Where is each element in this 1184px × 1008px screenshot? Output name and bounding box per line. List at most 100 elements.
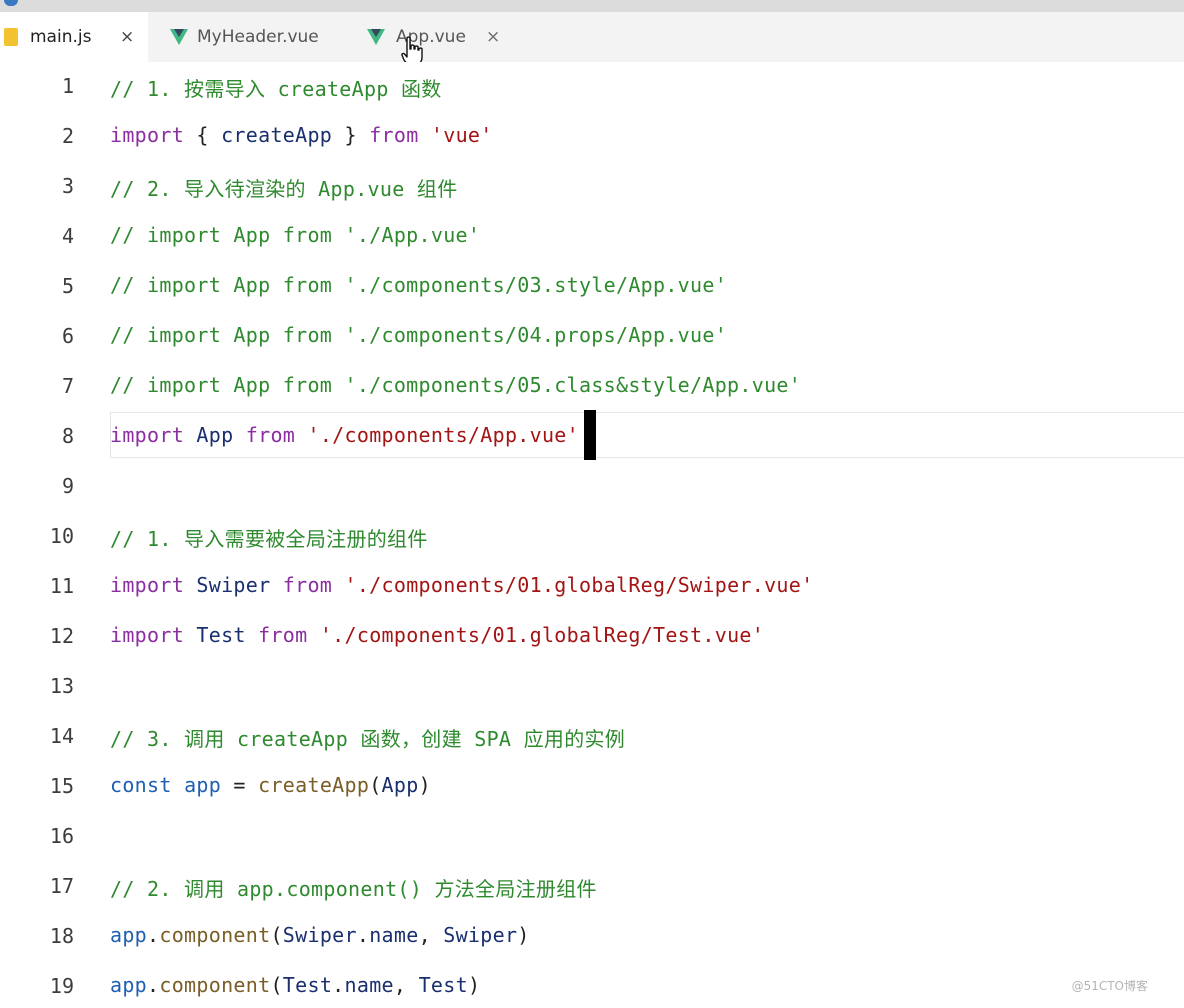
code-token-var: app	[184, 773, 222, 797]
code-token-plain: (	[270, 973, 283, 997]
code-token-comment: // 3. 调用 createApp 函数，创建 SPA 应用的实例	[110, 727, 626, 751]
text-caret	[584, 410, 596, 460]
code-line[interactable]: import { createApp } from 'vue'	[110, 123, 493, 147]
line-number: 8	[61, 424, 74, 448]
code-token-comment: // 2. 调用 app.component() 方法全局注册组件	[110, 877, 597, 901]
code-token-plain: =	[221, 773, 259, 797]
line-number: 14	[49, 724, 74, 748]
tab-app-vue[interactable]: App.vue ×	[348, 12, 516, 62]
code-token-var: app	[110, 923, 148, 947]
line-number: 9	[61, 474, 74, 498]
code-token-string: './components/App.vue'	[307, 423, 579, 447]
line-number: 17	[49, 874, 74, 898]
code-token-id: App	[196, 423, 234, 447]
code-token-plain: ,	[418, 923, 444, 947]
app-logo-icon	[4, 0, 18, 6]
line-number: 3	[61, 174, 74, 198]
code-token-keyword: from	[369, 123, 419, 147]
code-line[interactable]: app.component(Test.name, Test)	[110, 973, 480, 997]
code-token-id: Swiper	[282, 923, 357, 947]
code-token-comment: // 1. 按需导入 createApp 函数	[110, 77, 442, 101]
editor-tab-bar: main.js × MyHeader.vue App.vue ×	[0, 12, 1184, 62]
code-line[interactable]: // 2. 导入待渲染的 App.vue 组件	[110, 173, 458, 202]
code-line[interactable]: // 3. 调用 createApp 函数，创建 SPA 应用的实例	[110, 723, 625, 752]
code-token-plain: .	[332, 973, 345, 997]
code-token-comment: // 1. 导入需要被全局注册的组件	[110, 527, 428, 551]
code-line[interactable]: app.component(Swiper.name, Swiper)	[110, 923, 530, 947]
code-token-keyword: import	[110, 123, 185, 147]
code-token-keyword: from	[258, 623, 308, 647]
code-editor[interactable]: 1 // 1. 按需导入 createApp 函数 2 import { create…	[0, 62, 1184, 1008]
tab-label: MyHeader.vue	[197, 27, 319, 47]
code-token-id: name	[369, 923, 419, 947]
code-line[interactable]: const app = createApp(App)	[110, 773, 431, 797]
code-token-func: component	[159, 923, 271, 947]
code-token-keyword: from	[245, 423, 296, 447]
code-token-plain: (	[369, 773, 382, 797]
tab-label: main.js	[30, 27, 92, 47]
code-line[interactable]: // 2. 调用 app.component() 方法全局注册组件	[110, 873, 597, 902]
code-token-id: Swiper	[196, 573, 271, 597]
code-token-plain: }	[332, 123, 370, 147]
code-token-comment: // 2. 导入待渲染的 App.vue 组件	[110, 177, 458, 201]
code-token-string: 'vue'	[430, 123, 493, 147]
code-token-plain: .	[356, 923, 370, 947]
line-number: 10	[49, 524, 74, 548]
tab-main-js[interactable]: main.js ×	[0, 12, 148, 62]
code-line[interactable]: import Test from './components/01.global…	[110, 623, 764, 647]
code-token-func: createApp	[258, 773, 370, 797]
line-number: 6	[61, 324, 74, 348]
code-token-comment: // import App from './components/05.clas…	[110, 373, 802, 397]
line-number: 19	[49, 974, 74, 998]
tab-myheader-vue[interactable]: MyHeader.vue	[148, 12, 348, 62]
line-number: 5	[61, 274, 74, 298]
line-number: 2	[61, 124, 74, 148]
code-token-id: Test	[418, 973, 468, 997]
watermark: @51CTO博客	[1071, 979, 1148, 993]
code-token-comment: // import App from './App.vue'	[110, 223, 481, 247]
line-number: 1	[61, 74, 74, 98]
line-number: 12	[49, 624, 74, 648]
close-tab-icon[interactable]: ×	[120, 27, 134, 47]
code-token-keyword: import	[110, 423, 185, 447]
code-token-keyword: from	[282, 573, 333, 597]
code-token-plain: .	[147, 973, 160, 997]
code-token-id: App	[381, 773, 419, 797]
code-token-string: './components/01.globalReg/Test.vue'	[319, 623, 765, 647]
code-line[interactable]: // 1. 导入需要被全局注册的组件	[110, 523, 428, 552]
code-token-plain: {	[184, 123, 222, 147]
line-number: 4	[61, 224, 74, 248]
code-line[interactable]: // import App from './components/03.styl…	[110, 273, 727, 297]
code-line[interactable]: // 1. 按需导入 createApp 函数	[110, 73, 442, 102]
line-number: 15	[49, 774, 74, 798]
code-token-id: Test	[196, 623, 246, 647]
vue-file-icon	[170, 29, 188, 45]
line-number: 13	[49, 674, 74, 698]
code-line[interactable]: import Swiper from './components/01.glob…	[110, 573, 813, 597]
code-line[interactable]: import App from './components/App.vue'	[110, 423, 579, 447]
code-line[interactable]: // import App from './App.vue'	[110, 223, 480, 247]
code-token-plain: ,	[393, 973, 419, 997]
code-token-plain: .	[147, 923, 160, 947]
code-line[interactable]: // import App from './components/04.prop…	[110, 323, 727, 347]
line-number: 7	[61, 374, 74, 398]
code-token-keyword: import	[110, 623, 185, 647]
code-token-id: name	[344, 973, 394, 997]
code-token-id: Test	[282, 973, 333, 997]
close-tab-icon[interactable]: ×	[486, 27, 500, 47]
code-line[interactable]: // import App from './components/05.clas…	[110, 373, 801, 397]
code-token-plain: )	[467, 973, 481, 997]
line-number: 11	[49, 574, 74, 598]
line-number: 18	[49, 924, 74, 948]
vue-file-icon	[367, 29, 385, 45]
code-token-func: component	[159, 973, 271, 997]
code-token-plain: )	[418, 773, 431, 797]
